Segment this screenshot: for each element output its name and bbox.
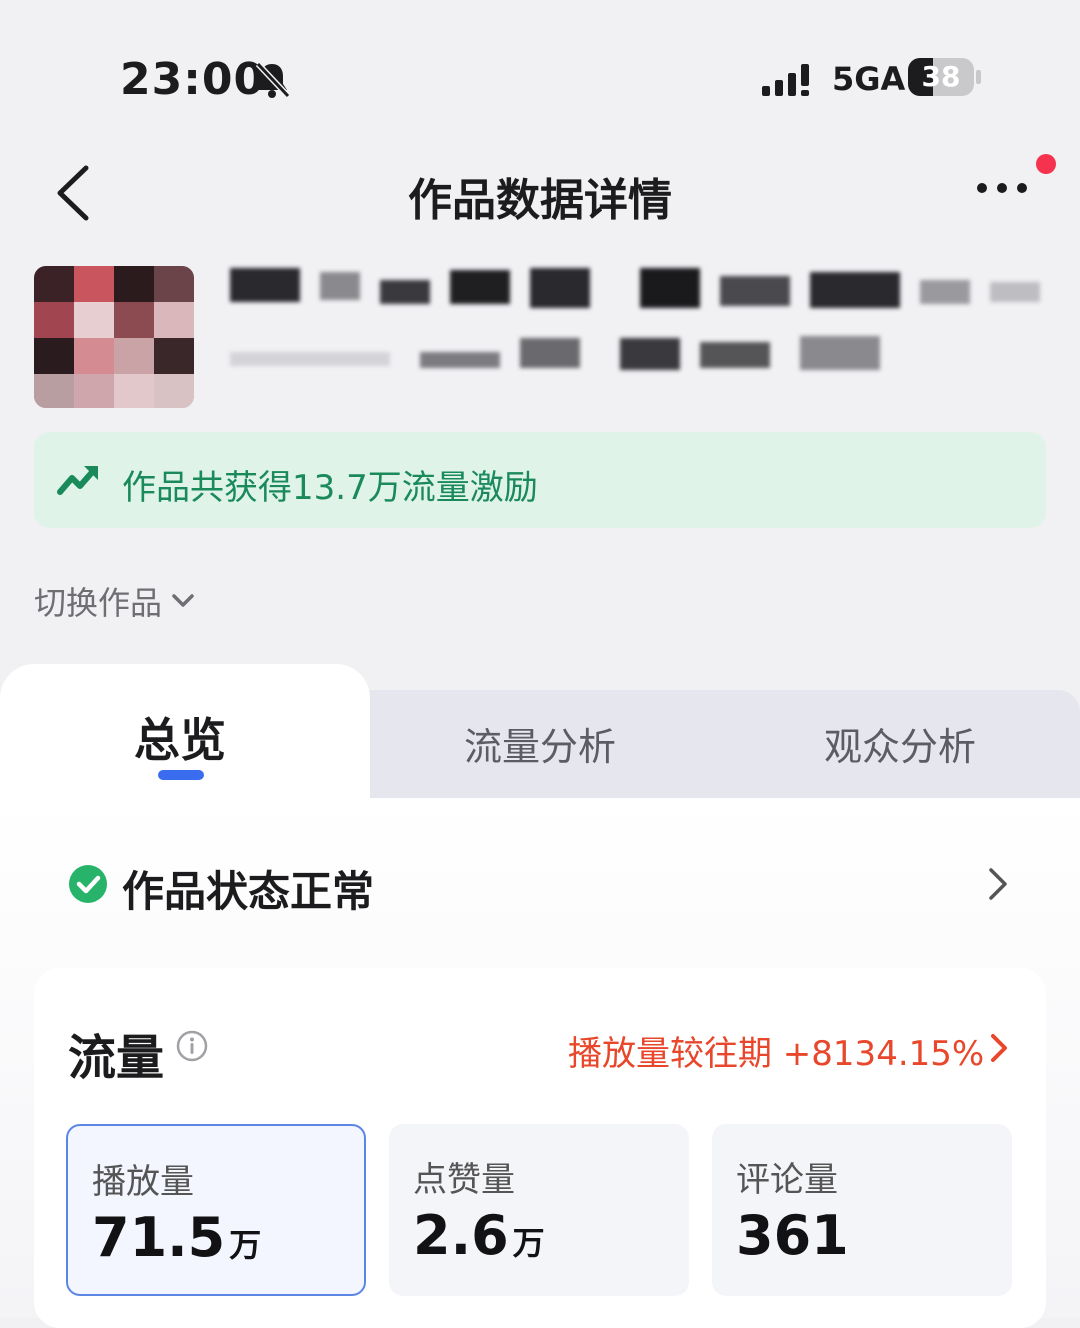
status-time: 23:00 — [120, 54, 266, 105]
page-title: 作品数据详情 — [408, 175, 672, 226]
tab-active-indicator — [158, 770, 204, 780]
play-compare-link[interactable]: 播放量较往期 +8134.15% — [568, 1026, 984, 1075]
metric-label: 播放量 — [92, 1162, 194, 1202]
chevron-right-icon[interactable] — [988, 1032, 1010, 1064]
work-status-text: 作品状态正常 — [122, 867, 375, 916]
traffic-title: 流量 — [68, 1030, 165, 1086]
tab-audience-analysis[interactable]: 观众分析 — [750, 716, 1050, 771]
chevron-down-icon — [172, 594, 194, 607]
network-label: 5GA — [832, 60, 906, 98]
work-thumbnail[interactable] — [34, 266, 194, 408]
more-options-button[interactable] — [972, 166, 1032, 206]
trend-up-icon — [57, 466, 98, 495]
metric-label: 点赞量 — [413, 1160, 515, 1200]
metric-value: 71.5 万 — [92, 1206, 262, 1269]
switch-work-label: 切换作品 — [34, 584, 163, 622]
notification-dot — [1036, 154, 1056, 174]
tab-traffic-analysis[interactable]: 流量分析 — [390, 716, 690, 771]
chevron-right-icon — [989, 868, 1007, 900]
check-circle-icon — [69, 865, 107, 903]
metric-comments[interactable]: 评论量 361 — [712, 1124, 1012, 1296]
bell-muted-icon — [255, 61, 290, 99]
metric-plays[interactable]: 播放量 71.5 万 — [66, 1124, 366, 1296]
incentive-text: 作品共获得13.7万流量激励 — [122, 468, 538, 508]
signal-icon — [762, 64, 809, 96]
tab-overview-label: 总览 — [134, 713, 226, 767]
back-button[interactable] — [50, 162, 100, 224]
metric-likes[interactable]: 点赞量 2.6 万 — [389, 1124, 689, 1296]
switch-work-dropdown[interactable]: 切换作品 — [34, 578, 196, 624]
work-title-obscured — [230, 268, 1040, 370]
battery-level: 38 — [921, 60, 961, 93]
metric-value: 2.6 万 — [413, 1204, 545, 1267]
battery-icon: 38 — [908, 58, 981, 98]
metric-value: 361 — [736, 1204, 849, 1267]
metric-label: 评论量 — [736, 1160, 838, 1200]
info-icon[interactable] — [176, 1030, 208, 1062]
